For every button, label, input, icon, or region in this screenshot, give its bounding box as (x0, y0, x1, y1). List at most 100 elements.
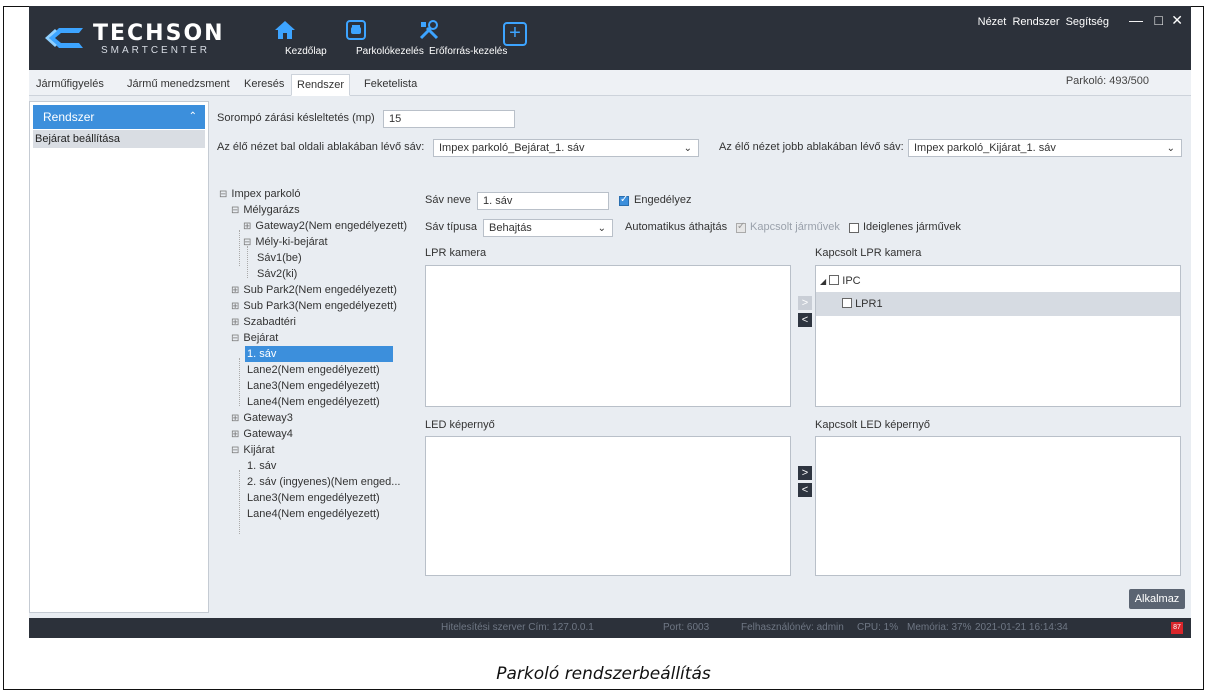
temp-vehicles-checkbox[interactable] (849, 223, 859, 233)
tree-node[interactable]: ⊞ Gateway2(Nem engedélyezett) (243, 218, 407, 234)
sidebar-header-system[interactable]: Rendszer ⌃ (33, 105, 205, 129)
alarm-badge[interactable]: 87 (1171, 622, 1183, 634)
chevron-up-icon: ⌃ (188, 111, 197, 122)
led-screen-list[interactable] (425, 436, 791, 576)
tree-node[interactable]: Lane2(Nem engedélyezett) (247, 362, 380, 378)
temp-vehicles-label: Ideiglenes járművek (863, 221, 961, 233)
enable-checkbox[interactable] (619, 194, 629, 206)
home-icon (275, 21, 295, 39)
maximize-button[interactable]: □ (1155, 12, 1163, 28)
move-left-button[interactable]: < (798, 313, 812, 327)
led-label: LED képernyő (425, 419, 495, 431)
barrier-delay-input[interactable]: 15 (383, 110, 515, 128)
tree-node[interactable]: ⊟ Impex parkoló (219, 186, 300, 202)
status-user: Felhasználónév: admin (741, 622, 844, 633)
apply-button[interactable]: Alkalmaz (1129, 589, 1185, 609)
tree-node[interactable]: ⊟ Mély-ki-bejárat (243, 234, 328, 250)
settings-panel: Sorompó zárási késleltetés (mp) 15 Az él… (211, 101, 1189, 613)
tree-node[interactable]: ⊟ Bejárat (231, 330, 278, 346)
chevron-down-icon: ⌄ (683, 143, 692, 154)
tree-guide (239, 470, 240, 534)
lpr1-row[interactable]: LPR1 (816, 292, 1180, 316)
title-bar: TECHSON SMARTCENTER Kezdőlap Parkolókeze… (29, 6, 1191, 70)
tree-node[interactable]: Sáv2(ki) (257, 266, 297, 282)
tools-icon (419, 20, 439, 40)
logo-text: TECHSON (93, 21, 225, 46)
add-tab-button[interactable]: + (503, 22, 527, 46)
tree-node[interactable]: ⊞ Sub Park2(Nem engedélyezett) (231, 282, 397, 298)
tree-guide (239, 230, 240, 266)
linked-led-list[interactable] (815, 436, 1181, 576)
status-server: Hitelesítési szerver Cím: 127.0.0.1 (441, 622, 594, 633)
tree-node-selected[interactable]: 1. sáv (245, 346, 393, 362)
lane-name-label: Sáv neve (425, 194, 471, 206)
tree-node[interactable]: Lane3(Nem engedélyezett) (247, 378, 380, 394)
app-window: TECHSON SMARTCENTER Kezdőlap Parkolókeze… (29, 6, 1191, 638)
minimize-button[interactable]: — (1129, 12, 1143, 28)
sidebar-header-label: Rendszer (43, 110, 95, 124)
linked-vehicles-label: Kapcsolt járművek (750, 221, 840, 233)
tab-vehicle-monitoring[interactable]: Járműfigyelés (31, 74, 109, 96)
tree-node[interactable]: 2. sáv (ingyenes)(Nem enged... (247, 474, 400, 490)
right-lane-select[interactable]: Impex parkoló_Kijárat_1. sáv ⌄ (908, 139, 1182, 157)
status-memory: Memória: 37% (907, 622, 972, 633)
status-datetime: 2021-01-21 16:14:34 (975, 622, 1068, 633)
left-lane-select[interactable]: Impex parkoló_Bejárat_1. sáv ⌄ (433, 139, 699, 157)
lane-type-value: Behajtás (489, 222, 532, 234)
menu-system[interactable]: Rendszer (1012, 16, 1059, 28)
sub-tabs: Járműfigyelés Jármű menedzsment Keresés … (29, 70, 1191, 96)
nav-resources[interactable]: Erőforrás-kezelés (391, 18, 507, 64)
linked-lpr-list[interactable]: ◢ IPC LPR1 (815, 265, 1181, 407)
auto-pass-label: Automatikus áthajtás (625, 221, 728, 233)
tab-vehicle-management[interactable]: Jármű menedzsment (122, 74, 235, 96)
lpr-camera-label: LPR kamera (425, 247, 487, 259)
nav-home-label: Kezdőlap (285, 46, 327, 57)
lpr-camera-list[interactable] (425, 265, 791, 407)
logo-subtext: SMARTCENTER (101, 45, 210, 56)
tree-node[interactable]: ⊞ Sub Park3(Nem engedélyezett) (231, 298, 397, 314)
lane-type-select[interactable]: Behajtás ⌄ (483, 219, 613, 237)
tab-blacklist[interactable]: Feketelista (359, 74, 422, 96)
parking-count: Parkoló: 493/500 (1065, 75, 1149, 87)
ipc-checkbox[interactable] (829, 275, 840, 285)
lane-name-input[interactable]: 1. sáv (477, 192, 609, 210)
tab-system[interactable]: Rendszer (291, 74, 351, 96)
close-button[interactable]: ✕ (1171, 12, 1183, 29)
tree-node[interactable]: ⊟ Mélygarázs (231, 202, 300, 218)
linked-vehicles-checkbox[interactable] (736, 221, 746, 233)
triangle-down-icon: ◢ (820, 277, 827, 286)
move-right-button[interactable]: > (798, 296, 812, 310)
menu-view[interactable]: Nézet (978, 16, 1007, 28)
tree-node[interactable]: ⊞ Gateway4 (231, 426, 293, 442)
tree-node[interactable]: Lane3(Nem engedélyezett) (247, 490, 380, 506)
led-move-right-button[interactable]: > (798, 466, 812, 480)
tree-guide (247, 246, 248, 278)
tree-node[interactable]: Lane4(Nem engedélyezett) (247, 506, 380, 522)
logo: TECHSON SMARTCENTER (43, 19, 253, 59)
linked-lpr-label: Kapcsolt LPR kamera (815, 247, 922, 259)
nav-resources-label: Erőforrás-kezelés (429, 46, 508, 57)
nav-home[interactable]: Kezdőlap (253, 18, 327, 64)
ipc-label: IPC (842, 275, 861, 287)
led-move-left-button[interactable]: < (798, 483, 812, 497)
ipc-node[interactable]: ◢ IPC (820, 274, 861, 287)
tab-search[interactable]: Keresés (239, 74, 289, 96)
nav-parking[interactable]: Parkolókezelés (322, 18, 424, 64)
tree-node[interactable]: ⊟ Kijárat (231, 442, 275, 458)
tree-node[interactable]: Sáv1(be) (257, 250, 302, 266)
car-icon (346, 20, 366, 40)
sidebar-item-entrance-settings[interactable]: Bejárat beállítása (33, 130, 205, 148)
tree-node[interactable]: ⊞ Szabadtéri (231, 314, 296, 330)
status-port: Port: 6003 (663, 622, 710, 633)
barrier-delay-label: Sorompó zárási késleltetés (mp) (217, 112, 375, 124)
chevron-down-icon: ⌄ (1166, 143, 1175, 154)
lane-type-label: Sáv típusa (425, 221, 477, 233)
top-menu: Nézet Rendszer Segítség (975, 16, 1109, 28)
tree-node[interactable]: ⊞ Gateway3 (231, 410, 293, 426)
tree-guide (239, 358, 240, 406)
menu-help[interactable]: Segítség (1066, 16, 1109, 28)
lpr1-checkbox[interactable] (842, 298, 852, 308)
figure-caption: Parkoló rendszerbeállítás (496, 664, 711, 684)
tree-node[interactable]: 1. sáv (247, 458, 276, 474)
tree-node[interactable]: Lane4(Nem engedélyezett) (247, 394, 380, 410)
